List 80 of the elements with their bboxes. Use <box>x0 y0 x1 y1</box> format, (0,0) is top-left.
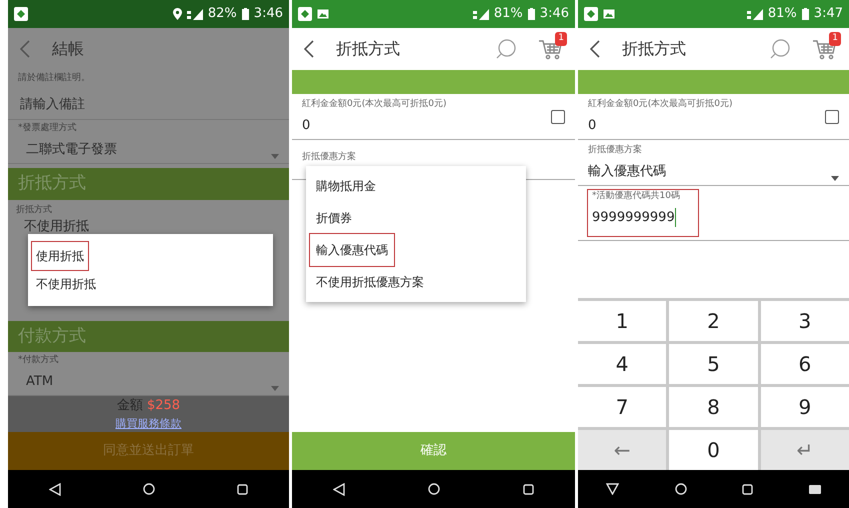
field-label: 紅利金金額0元(本次最高可折抵0元) <box>588 98 734 111</box>
down-triangle-icon[interactable] <box>606 483 619 495</box>
home-icon[interactable] <box>674 483 687 495</box>
dialog-option[interactable]: 不使用折抵 <box>32 270 100 298</box>
code-field[interactable]: *活動優惠代碼共10碼 9999999999 <box>588 190 698 236</box>
keypad-key[interactable]: 7 <box>578 387 666 427</box>
search-icon[interactable] <box>769 38 791 60</box>
dropdown-value[interactable]: 二聯式電子發票 <box>18 140 271 159</box>
cart-count-badge: 1 <box>829 32 841 46</box>
field-label: 折抵優惠方案 <box>302 152 356 162</box>
location-icon <box>172 8 182 20</box>
back-icon[interactable] <box>304 40 314 58</box>
keypad-key[interactable]: 8 <box>669 387 758 427</box>
menu-option[interactable]: 不使用折抵優惠方案 <box>310 266 430 298</box>
dialog-option[interactable]: 使用折抵 <box>32 242 88 270</box>
field-value: 0 <box>588 116 598 134</box>
image-icon <box>603 9 615 19</box>
section-header: 付款方式 <box>8 320 289 352</box>
remark-field[interactable]: 請輸入備註 <box>18 94 279 115</box>
status-time: 3:47 <box>814 5 843 24</box>
dropdown-caret-icon <box>271 386 279 391</box>
image-icon <box>317 9 329 19</box>
menu-option[interactable]: 購物抵用金 <box>310 170 382 202</box>
back-icon[interactable] <box>590 40 600 58</box>
dropdown-value[interactable]: 輸入優惠代碼 <box>588 162 831 181</box>
menu-option[interactable]: 折價券 <box>310 202 358 234</box>
field-label: 紅利金金額0元(本次最高可折抵0元) <box>302 98 448 111</box>
battery-icon <box>528 8 535 20</box>
nav-back-icon[interactable] <box>49 482 61 496</box>
total-amount: $258 <box>146 397 180 415</box>
status-time: 3:46 <box>254 5 283 24</box>
nav-back-icon[interactable] <box>333 482 346 496</box>
battery-icon <box>242 8 249 20</box>
recents-icon[interactable] <box>237 484 248 494</box>
checkbox[interactable] <box>825 110 839 124</box>
dropdown-value[interactable]: 不使用折抵 <box>16 217 281 236</box>
keypad-key[interactable]: 6 <box>760 344 849 384</box>
hint-text: 請於備註欄註明。 <box>18 72 91 85</box>
field-label: *發票處理方式 <box>18 122 78 135</box>
signal-icon <box>746 8 763 20</box>
signal-icon <box>472 8 489 20</box>
keypad-key[interactable]: 0 <box>669 430 758 470</box>
field-value: 0 <box>302 116 312 134</box>
keypad-key[interactable]: 9 <box>760 387 849 427</box>
status-time: 3:46 <box>540 5 569 24</box>
signal-icon <box>186 8 203 20</box>
screen-title: 折抵方式 <box>336 38 400 60</box>
search-icon[interactable] <box>495 38 517 60</box>
home-icon[interactable] <box>428 483 440 495</box>
dropdown-value[interactable]: ATM <box>18 372 271 391</box>
checkbox[interactable] <box>551 110 565 124</box>
recents-icon[interactable] <box>742 484 754 494</box>
keypad-action-key[interactable]: ↵ <box>760 430 849 470</box>
cart-icon[interactable] <box>539 38 563 61</box>
recents-icon[interactable] <box>522 484 534 494</box>
battery-percent: 81% <box>768 5 797 24</box>
battery-icon <box>802 8 809 20</box>
app-icon <box>584 7 598 21</box>
home-icon[interactable] <box>143 483 155 495</box>
field-label: *付款方式 <box>18 354 60 367</box>
field-label: 折抵優惠方案 <box>588 144 643 157</box>
battery-percent: 81% <box>494 5 523 24</box>
section-header: 折抵方式 <box>8 168 289 200</box>
keypad-key[interactable]: 3 <box>760 301 849 341</box>
battery-percent: 82% <box>208 5 237 24</box>
cart-icon[interactable] <box>813 38 837 61</box>
keypad-key[interactable]: 4 <box>578 344 666 384</box>
cart-count-badge: 1 <box>555 32 567 46</box>
keypad-key[interactable]: 1 <box>578 301 666 341</box>
app-icon <box>14 7 28 21</box>
dropdown-caret-icon <box>831 176 839 181</box>
field-label: 折抵方式 <box>16 204 53 216</box>
keypad-action-key[interactable]: ← <box>578 430 666 470</box>
screen-title: 折抵方式 <box>622 38 686 60</box>
app-icon <box>298 7 312 21</box>
screen-title: 結帳 <box>52 38 84 60</box>
keypad-key[interactable]: 2 <box>669 301 758 341</box>
menu-option[interactable]: 輸入優惠代碼 <box>310 234 394 266</box>
dropdown-caret-icon <box>271 154 279 159</box>
keypad-key[interactable]: 5 <box>669 344 758 384</box>
